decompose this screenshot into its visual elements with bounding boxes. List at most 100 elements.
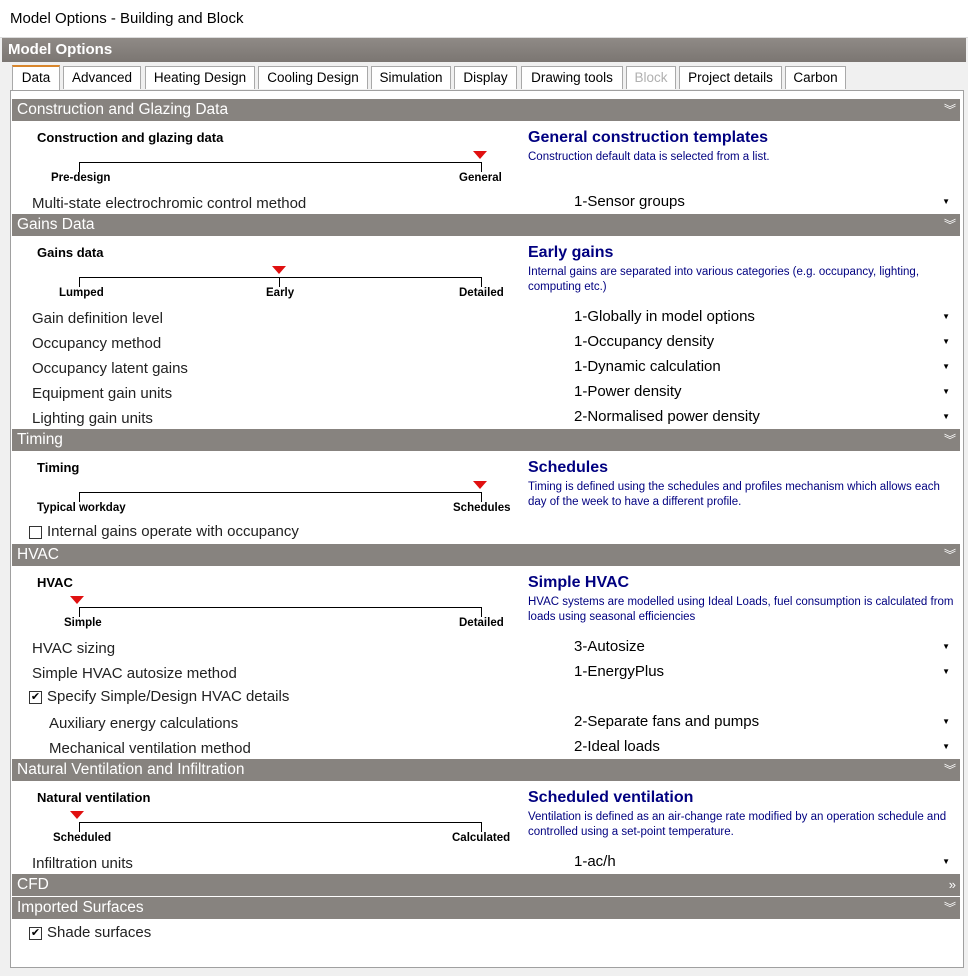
- section-header-gains[interactable]: Gains Data ︾: [12, 214, 960, 236]
- dropdown-value: 1-Globally in model options: [574, 308, 755, 325]
- dropdown-value: 1-Power density: [574, 383, 682, 400]
- tab-block[interactable]: Block: [626, 66, 676, 89]
- red-triangle-marker-icon[interactable]: [70, 596, 84, 604]
- construction-slider-title: Construction and glazing data: [37, 130, 224, 145]
- natvent-slider-track[interactable]: [79, 822, 482, 832]
- dropdown-value: 1-EnergyPlus: [574, 663, 665, 680]
- slider-tick-label[interactable]: Pre-design: [51, 172, 110, 184]
- caret-down-icon: ▼: [942, 742, 950, 751]
- window-titlebar: Model Options - Building and Block: [0, 0, 968, 38]
- hvac-autosize-method-dropdown[interactable]: 1-EnergyPlus ▼: [571, 661, 956, 683]
- hvac-slider-track[interactable]: [79, 607, 482, 617]
- dropdown-value: 2-Separate fans and pumps: [574, 713, 760, 730]
- shade-surfaces-checkbox[interactable]: ✔: [29, 927, 42, 940]
- timing-slider-track[interactable]: [79, 492, 482, 502]
- double-chevron-down-icon[interactable]: ︾: [944, 544, 956, 566]
- slider-tick-label[interactable]: Schedules: [453, 502, 511, 514]
- gain-definition-dropdown[interactable]: 1-Globally in model options ▼: [571, 306, 956, 328]
- caret-down-icon: ▼: [942, 197, 950, 206]
- caret-down-icon: ▼: [942, 387, 950, 396]
- double-chevron-down-icon[interactable]: ︾: [944, 99, 956, 121]
- section-header-hvac[interactable]: HVAC ︾: [12, 544, 960, 566]
- caret-down-icon: ▼: [942, 667, 950, 676]
- hvac-info-title: Simple HVAC: [528, 574, 630, 591]
- occupancy-latent-gains-dropdown[interactable]: 1-Dynamic calculation ▼: [571, 356, 956, 378]
- slider-tick-label[interactable]: Typical workday: [37, 502, 126, 514]
- slider-tick-label[interactable]: General: [459, 172, 502, 184]
- auxiliary-energy-dropdown[interactable]: 2-Separate fans and pumps ▼: [571, 711, 956, 733]
- dropdown-value: 1-Occupancy density: [574, 333, 715, 350]
- slider-tick-label[interactable]: Scheduled: [53, 832, 111, 844]
- construction-info-title: General construction templates: [528, 129, 769, 146]
- section-header-natural-ventilation[interactable]: Natural Ventilation and Infiltration ︾: [12, 759, 960, 781]
- tab-carbon[interactable]: Carbon: [785, 66, 846, 89]
- hvac-slider-title: HVAC: [37, 575, 73, 590]
- hvac-sizing-dropdown[interactable]: 3-Autosize ▼: [571, 636, 956, 658]
- gains-slider-track[interactable]: [79, 277, 482, 287]
- dialog-title: Model Options: [8, 41, 113, 58]
- double-chevron-down-icon[interactable]: ︾: [944, 214, 956, 236]
- dropdown-value: 1-Dynamic calculation: [574, 358, 721, 375]
- field-label: Occupancy method: [32, 335, 162, 352]
- section-title: HVAC: [17, 546, 59, 563]
- field-label: Lighting gain units: [32, 410, 153, 427]
- section-header-timing[interactable]: Timing ︾: [12, 429, 960, 451]
- gains-slider-title: Gains data: [37, 245, 104, 260]
- slider-tick-label[interactable]: Early: [266, 287, 294, 299]
- tab-advanced[interactable]: Advanced: [63, 66, 141, 89]
- tab-simulation[interactable]: Simulation: [371, 66, 451, 89]
- field-label: Equipment gain units: [32, 385, 173, 402]
- slider-tick-label[interactable]: Detailed: [459, 617, 504, 629]
- section-header-cfd[interactable]: CFD »: [12, 874, 960, 896]
- equipment-gain-units-dropdown[interactable]: 1-Power density ▼: [571, 381, 956, 403]
- field-label: Infiltration units: [32, 855, 133, 872]
- slider-tick-label[interactable]: Lumped: [59, 287, 104, 299]
- field-label: Occupancy latent gains: [32, 360, 188, 377]
- red-triangle-marker-icon[interactable]: [473, 151, 487, 159]
- construction-slider-track[interactable]: [79, 162, 482, 172]
- tab-data[interactable]: Data: [12, 65, 60, 90]
- double-chevron-down-icon[interactable]: ︾: [944, 897, 956, 919]
- caret-down-icon: ▼: [942, 717, 950, 726]
- section-header-imported-surfaces[interactable]: Imported Surfaces ︾: [12, 897, 960, 919]
- red-triangle-marker-icon[interactable]: [70, 811, 84, 819]
- tab-display[interactable]: Display: [454, 66, 517, 89]
- double-chevron-right-icon[interactable]: »: [949, 874, 956, 896]
- dialog-header: Model Options: [2, 38, 966, 62]
- electrochromic-control-dropdown[interactable]: 1-Sensor groups ▼: [571, 191, 956, 213]
- caret-down-icon: ▼: [942, 857, 950, 866]
- double-chevron-down-icon[interactable]: ︾: [944, 429, 956, 451]
- slider-tick-label[interactable]: Simple: [64, 617, 102, 629]
- timing-slider-title: Timing: [37, 460, 80, 475]
- timing-info-title: Schedules: [528, 459, 609, 476]
- tab-project-details[interactable]: Project details: [679, 66, 782, 89]
- field-label: Multi-state electrochromic control metho…: [32, 195, 307, 212]
- checkbox-label[interactable]: Specify Simple/Design HVAC details: [47, 688, 289, 705]
- occupancy-method-dropdown[interactable]: 1-Occupancy density ▼: [571, 331, 956, 353]
- double-chevron-down-icon[interactable]: ︾: [944, 759, 956, 781]
- natvent-info-title: Scheduled ventilation: [528, 789, 694, 806]
- tab-bar: Data Advanced Heating Design Cooling Des…: [10, 65, 960, 90]
- tab-cooling-design[interactable]: Cooling Design: [258, 66, 368, 89]
- field-label: Gain definition level: [32, 310, 163, 327]
- red-triangle-marker-icon[interactable]: [272, 266, 286, 274]
- infiltration-units-dropdown[interactable]: 1-ac/h ▼: [571, 851, 956, 873]
- dropdown-value: 1-ac/h: [574, 853, 616, 870]
- field-label: Auxiliary energy calculations: [49, 715, 239, 732]
- internal-gains-occupancy-checkbox[interactable]: [29, 526, 42, 539]
- specify-hvac-details-checkbox[interactable]: ✔: [29, 691, 42, 704]
- red-triangle-marker-icon[interactable]: [473, 481, 487, 489]
- checkbox-label[interactable]: Shade surfaces: [47, 924, 151, 941]
- dropdown-value: 1-Sensor groups: [574, 193, 685, 210]
- tab-drawing-tools[interactable]: Drawing tools: [521, 66, 623, 89]
- lighting-gain-units-dropdown[interactable]: 2-Normalised power density ▼: [571, 406, 956, 428]
- slider-tick-mark: [279, 277, 280, 287]
- tab-heating-design[interactable]: Heating Design: [145, 66, 255, 89]
- checkbox-label[interactable]: Internal gains operate with occupancy: [47, 523, 299, 540]
- hvac-info-desc: HVAC systems are modelled using Ideal Lo…: [528, 596, 954, 623]
- slider-tick-label[interactable]: Detailed: [459, 287, 504, 299]
- slider-tick-label[interactable]: Calculated: [452, 832, 510, 844]
- field-label: Simple HVAC autosize method: [32, 665, 237, 682]
- section-header-construction[interactable]: Construction and Glazing Data ︾: [12, 99, 960, 121]
- mechanical-ventilation-dropdown[interactable]: 2-Ideal loads ▼: [571, 736, 956, 758]
